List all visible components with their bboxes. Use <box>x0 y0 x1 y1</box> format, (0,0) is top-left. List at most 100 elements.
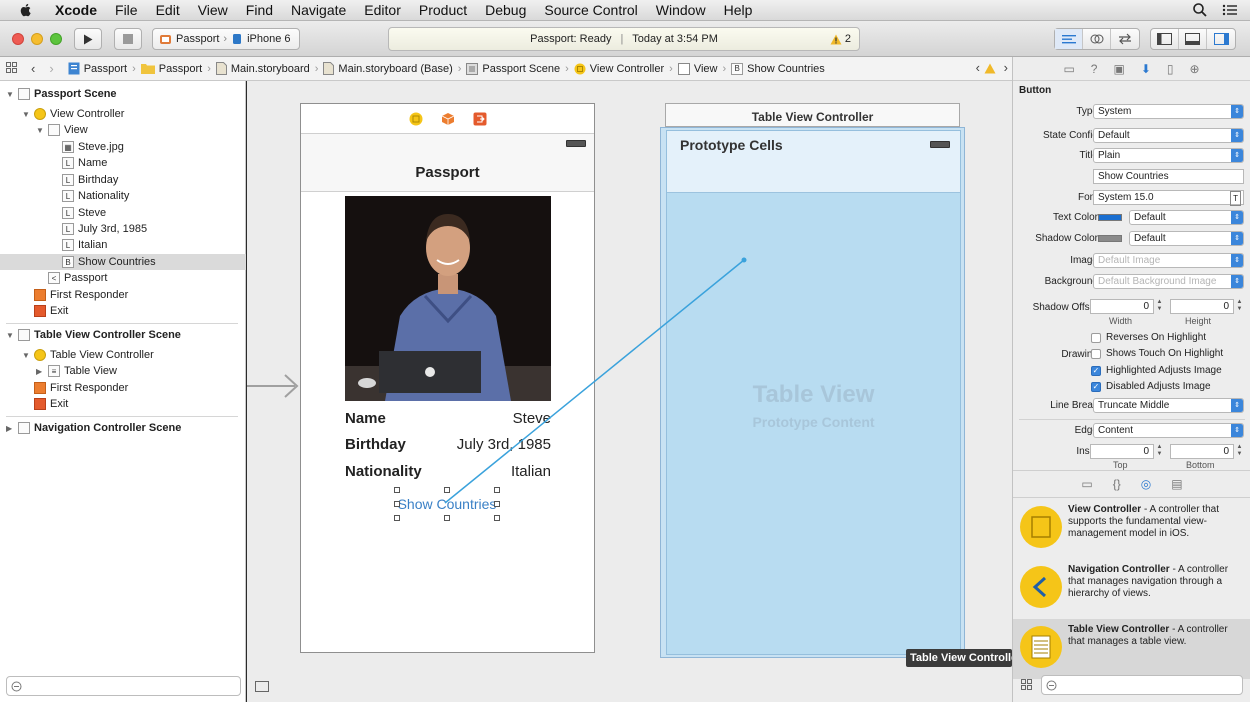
size-inspector-icon[interactable]: ▯ <box>1167 62 1174 76</box>
disclosure-closed-icon[interactable]: ▶ <box>36 367 44 376</box>
outline-filter-field[interactable] <box>6 676 241 696</box>
forward-arrow-icon[interactable]: › <box>49 61 53 76</box>
font-picker-icon[interactable]: T <box>1230 191 1241 206</box>
outline-exit[interactable]: Exit <box>34 303 68 319</box>
disclosure-open-icon[interactable]: ▼ <box>6 331 14 340</box>
outline-exit-2[interactable]: Exit <box>34 396 68 412</box>
code-snippet-library-icon[interactable]: {} <box>1113 477 1121 491</box>
outline-passport-scene[interactable]: ▼ Passport Scene <box>6 86 117 102</box>
quick-help-icon[interactable]: ? <box>1091 62 1098 76</box>
apple-icon[interactable] <box>18 2 34 18</box>
outline-navigation-item[interactable]: < Passport <box>48 270 107 286</box>
minimize-window-button[interactable] <box>31 33 43 45</box>
title-style-popup[interactable]: Plain ⇕ <box>1093 148 1244 163</box>
related-items-icon[interactable] <box>6 61 17 76</box>
outline-nav-controller-scene[interactable]: ▶ Navigation Controller Scene <box>6 420 181 436</box>
crumb-storyboard[interactable]: Main.storyboard <box>214 62 312 75</box>
run-button[interactable] <box>74 28 102 50</box>
next-issue-icon[interactable]: › <box>1004 60 1008 75</box>
warning-icon[interactable] <box>984 63 996 74</box>
disclosure-closed-icon[interactable]: ▶ <box>6 424 14 433</box>
crumb-project[interactable]: Passport <box>66 62 129 75</box>
shadow-color-swatch[interactable] <box>1098 235 1122 242</box>
outline-view[interactable]: ▼ View <box>36 122 88 138</box>
zoom-window-button[interactable] <box>50 33 62 45</box>
shadow-offset-width-field[interactable]: 0 <box>1090 299 1154 314</box>
background-popup[interactable]: Default Background Image ⇕ <box>1093 274 1244 289</box>
storyboard-canvas[interactable]: Passport Name Steve Birthday July 3rd, 1… <box>247 81 1012 702</box>
library-item-navigation-controller[interactable]: Navigation Controller - A controller tha… <box>1013 559 1250 619</box>
previous-issue-icon[interactable]: ‹ <box>976 60 980 75</box>
stop-button[interactable] <box>114 28 142 50</box>
warnings-indicator[interactable]: 2 <box>830 33 851 45</box>
crumb-group[interactable]: Passport <box>139 63 204 75</box>
menu-product[interactable]: Product <box>410 2 476 18</box>
media-library-icon[interactable]: ▤ <box>1171 477 1182 491</box>
standard-editor-button[interactable] <box>1055 29 1083 49</box>
connections-inspector-icon[interactable]: ⊕ <box>1189 62 1199 76</box>
menu-app[interactable]: Xcode <box>46 2 106 18</box>
line-break-popup[interactable]: Truncate Middle ⇕ <box>1093 398 1244 413</box>
crumb-storyboard-base[interactable]: Main.storyboard (Base) <box>321 62 454 75</box>
disclosure-open-icon[interactable]: ▼ <box>22 110 30 119</box>
inset-bottom-field[interactable]: 0 <box>1170 444 1234 459</box>
outline-tvc-scene[interactable]: ▼ Table View Controller Scene <box>6 327 181 343</box>
shadow-offset-height-field[interactable]: 0 <box>1170 299 1234 314</box>
outline-label-name[interactable]: L Name <box>62 155 107 171</box>
outline-image-view[interactable]: ▦ Steve.jpg <box>62 139 124 155</box>
title-text-field[interactable]: Show Countries <box>1093 169 1244 184</box>
grid-view-toggle-icon[interactable] <box>1021 679 1032 690</box>
spotlight-search-icon[interactable] <box>1192 2 1208 18</box>
shows-touch-checkbox[interactable] <box>1091 349 1101 359</box>
toggle-navigator-button[interactable] <box>1151 29 1179 49</box>
stepper-icon[interactable]: ▲ ▼ <box>1155 444 1164 459</box>
crumb-view-controller[interactable]: View Controller <box>572 63 666 75</box>
stepper-icon[interactable]: ▲ ▼ <box>1235 444 1244 459</box>
crumb-button[interactable]: B Show Countries <box>729 62 827 75</box>
outline-view-controller[interactable]: ▼ View Controller <box>22 106 124 122</box>
disclosure-open-icon[interactable]: ▼ <box>6 90 14 99</box>
version-editor-button[interactable] <box>1111 29 1139 49</box>
disabled-adjusts-checkbox[interactable]: ✓ <box>1091 382 1101 392</box>
highlighted-adjusts-checkbox[interactable]: ✓ <box>1091 366 1101 376</box>
toggle-utilities-button[interactable] <box>1207 29 1235 49</box>
outline-first-responder[interactable]: First Responder <box>34 287 128 303</box>
menu-window[interactable]: Window <box>647 2 715 18</box>
library-item-table-view-controller[interactable]: Table View Controller - A controller tha… <box>1013 619 1250 679</box>
shadow-color-popup[interactable]: Default ⇕ <box>1129 231 1244 246</box>
outline-label-birthday[interactable]: L Birthday <box>62 172 118 188</box>
toggle-debug-area-button[interactable] <box>1179 29 1207 49</box>
outline-label-nationality[interactable]: L Nationality <box>62 188 129 204</box>
outline-toggle-icon[interactable] <box>255 681 269 692</box>
outline-button-show-countries[interactable]: B Show Countries <box>0 254 246 270</box>
inset-top-field[interactable]: 0 <box>1090 444 1154 459</box>
back-arrow-icon[interactable]: ‹ <box>31 61 35 76</box>
image-popup[interactable]: Default Image ⇕ <box>1093 253 1244 268</box>
reverses-checkbox[interactable] <box>1091 333 1101 343</box>
disclosure-open-icon[interactable]: ▼ <box>36 126 44 135</box>
outline-label-date[interactable]: L July 3rd, 1985 <box>62 221 147 237</box>
crumb-scene[interactable]: Passport Scene <box>464 62 562 75</box>
file-inspector-icon[interactable]: ▭ <box>1063 62 1074 76</box>
disclosure-open-icon[interactable]: ▼ <box>22 351 30 360</box>
edge-popup[interactable]: Content ⇕ <box>1093 423 1244 438</box>
notification-list-icon[interactable] <box>1222 2 1238 18</box>
crumb-view[interactable]: View <box>676 62 720 75</box>
attributes-inspector-icon[interactable]: ⬇ <box>1141 62 1151 76</box>
stepper-icon[interactable]: ▲ ▼ <box>1155 299 1164 314</box>
menu-view[interactable]: View <box>189 2 237 18</box>
text-color-swatch[interactable] <box>1098 214 1122 221</box>
library-filter-field[interactable] <box>1041 675 1243 695</box>
outline-table-view[interactable]: ▶ ≡ Table View <box>36 363 117 379</box>
assistant-editor-button[interactable] <box>1083 29 1111 49</box>
menu-debug[interactable]: Debug <box>476 2 535 18</box>
file-template-library-icon[interactable]: ▭ <box>1081 477 1092 491</box>
menu-file[interactable]: File <box>106 2 147 18</box>
type-popup[interactable]: System ⇕ <box>1093 104 1244 119</box>
stepper-icon[interactable]: ▲ ▼ <box>1235 299 1244 314</box>
outline-label-italian[interactable]: L Italian <box>62 237 107 253</box>
identity-inspector-icon[interactable]: ▣ <box>1113 62 1124 76</box>
state-config-popup[interactable]: Default ⇕ <box>1093 128 1244 143</box>
scheme-selector[interactable]: Passport › iPhone 6 <box>152 28 300 50</box>
outline-first-responder-2[interactable]: First Responder <box>34 380 128 396</box>
